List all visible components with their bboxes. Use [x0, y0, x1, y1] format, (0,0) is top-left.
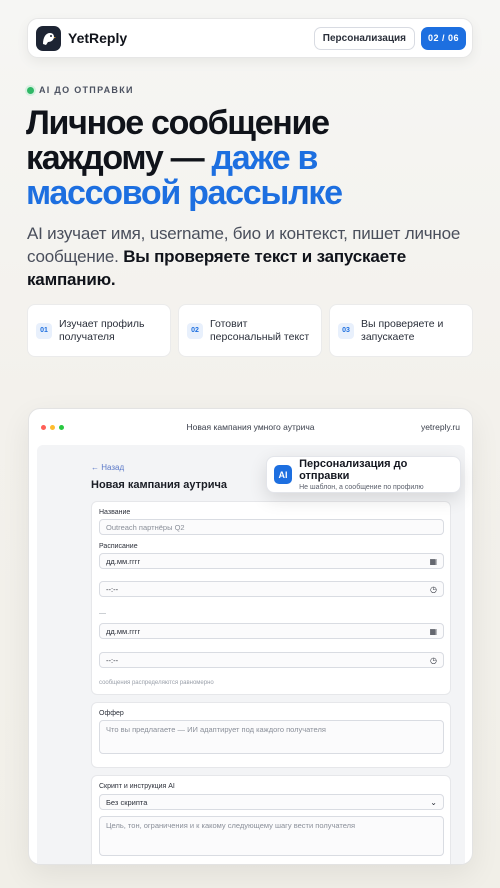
step-text: Готовит персональный текст [210, 318, 310, 343]
steps-row: 01 Изучает профиль получателя 02 Готовит… [27, 304, 473, 357]
script-select[interactable]: Без скрипта ⌄ [99, 794, 444, 810]
calendar-icon[interactable]: ▦ [429, 557, 437, 566]
end-date-value: дд.мм.гггг [106, 626, 141, 636]
ai-badge-icon: AI [274, 465, 293, 484]
script-card: Скрипт и инструкция AI Без скрипта ⌄ Цел… [91, 775, 451, 864]
window-titlebar: Новая кампания умного аутрича yetreply.r… [29, 409, 472, 445]
start-date-input[interactable]: дд.мм.гггг ▦ [99, 553, 444, 569]
window-title: Новая кампания умного аутрича [186, 422, 315, 432]
headline-line2: каждому — [26, 139, 212, 177]
popover-subtitle: Не шаблон, а сообщение по профилю [299, 484, 424, 491]
logo-icon[interactable] [36, 25, 61, 51]
start-time-input[interactable]: --:-- ◷ [99, 581, 444, 597]
popover-title: Персонализация до отправки [299, 458, 408, 482]
schedule-label: Расписание [99, 543, 138, 550]
page-headline: Личное сообщение каждому — даже в массов… [26, 106, 476, 211]
brand-name[interactable]: YetReply [68, 30, 127, 46]
offer-label: Оффер [99, 710, 124, 717]
headline-accent-2: массовой рассылке [26, 174, 343, 212]
offer-card: Оффер Что вы предлагаете — ИИ адаптирует… [91, 702, 451, 768]
clock-icon[interactable]: ◷ [430, 585, 437, 594]
window-content: ← Назад Новая кампания аутрича Название … [37, 445, 465, 864]
script-select-value: Без скрипта [106, 797, 148, 807]
step-card: 03 Вы проверяете и запускаете [329, 304, 473, 357]
section-kicker: AI ДО ОТПРАВКИ [27, 85, 134, 95]
calendar-icon[interactable]: ▦ [429, 627, 437, 636]
end-date-input[interactable]: дд.мм.гггг ▦ [99, 623, 444, 639]
campaign-name-input[interactable]: Outreach партнёры Q2 [99, 519, 444, 535]
step-card: 01 Изучает профиль получателя [27, 304, 171, 357]
start-time-value: --:-- [106, 584, 119, 594]
page-indicator: 02 / 06 [420, 26, 466, 50]
step-text: Изучает профиль получателя [59, 318, 145, 343]
personalization-button[interactable]: Персонализация [313, 26, 415, 50]
kicker-text: AI ДО ОТПРАВКИ [39, 85, 134, 95]
chevron-down-icon[interactable]: ⌄ [430, 798, 437, 807]
campaign-settings-card: Название Outreach партнёры Q2 Расписание… [91, 501, 451, 695]
step-text: Вы проверяете и запускаете [361, 318, 444, 343]
status-dot-icon [27, 86, 34, 94]
popover-text: Персонализация до отправки Не шаблон, а … [299, 458, 453, 491]
step-card: 02 Готовит персональный текст [178, 304, 322, 357]
headline-accent-1: даже в [211, 139, 318, 177]
script-textarea[interactable]: Цель, тон, ограничения и к какому следую… [99, 816, 444, 856]
step-number: 03 [338, 322, 354, 339]
name-label: Название [99, 509, 131, 516]
form-title: Новая кампания аутрича [91, 479, 228, 491]
ai-personalization-popover: AI Персонализация до отправки Не шаблон,… [266, 456, 461, 493]
step-number: 02 [187, 322, 203, 339]
schedule-hint: сообщения распределяются равномерно [99, 680, 214, 686]
lead-paragraph: AI изучает имя, username, био и контекст… [27, 222, 477, 291]
clock-icon[interactable]: ◷ [430, 656, 437, 665]
headline-line1: Личное сообщение [26, 104, 330, 142]
top-bar: YetReply Персонализация 02 / 06 [27, 18, 473, 58]
step-number: 01 [36, 322, 52, 339]
end-time-value: --:-- [106, 655, 119, 665]
end-time-input[interactable]: --:-- ◷ [99, 652, 444, 668]
start-date-value: дд.мм.гггг [106, 556, 141, 566]
offer-textarea[interactable]: Что вы предлагаете — ИИ адаптирует под к… [99, 720, 444, 754]
script-label: Скрипт и инструкция AI [99, 783, 175, 790]
back-link[interactable]: ← Назад [91, 463, 124, 472]
range-separator: — [99, 610, 106, 617]
